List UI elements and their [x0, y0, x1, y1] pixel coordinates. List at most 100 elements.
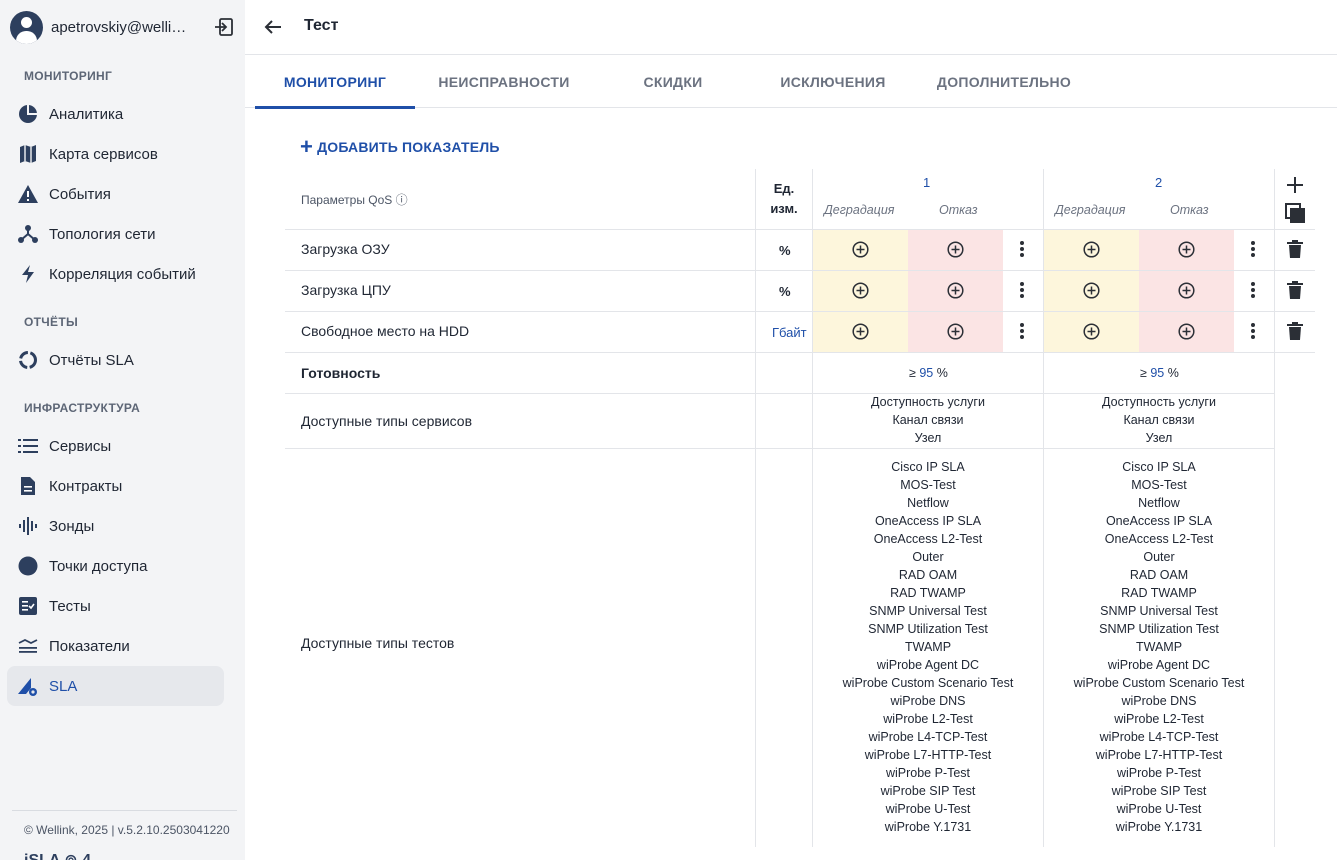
sidebar-item-topology[interactable]: Топология сети [7, 214, 224, 254]
test-types-level-2: Cisco IP SLA MOS-Test Netflow OneAccess IP … [1073, 460, 1245, 834]
sidebar-item-label: Контракты [49, 477, 123, 495]
service-types-level-2: Доступность услуги Канал связи Узел [1102, 395, 1216, 445]
kebab-menu-icon[interactable] [1019, 241, 1025, 259]
unit-header-line2: изм. [770, 201, 798, 216]
test-types-level-1: Cisco IP SLA MOS-Test Netflow OneAccess IP … [842, 460, 1014, 834]
sidebar-item-label: Аналитика [49, 105, 124, 123]
sidebar-item-label: Сервисы [49, 437, 112, 455]
dot-icon [17, 555, 39, 577]
sidebar-item-tests[interactable]: Тесты [7, 586, 224, 626]
sidebar-item-label: Точки доступа [49, 557, 148, 575]
sidebar-item-indicators[interactable]: Показатели [7, 626, 224, 666]
level-number: 1 [923, 175, 931, 190]
sidebar-item-events[interactable]: События [7, 174, 224, 214]
sidebar-item-sla[interactable]: SLA [7, 666, 224, 706]
sidebar-item-label: Карта сервисов [49, 145, 158, 163]
list-icon [17, 435, 39, 457]
logout-icon[interactable] [213, 16, 235, 38]
tab-faults[interactable]: НЕИСПРАВНОСТИ [429, 56, 579, 108]
delete-icon[interactable] [1287, 240, 1303, 258]
add-threshold-icon[interactable] [947, 241, 964, 258]
row-unit: Гбайт [772, 325, 807, 340]
tab-discounts[interactable]: СКИДКИ [613, 56, 733, 108]
row-param-name: Загрузка ЦПУ [301, 282, 391, 298]
sidebar-item-probes[interactable]: Зонды [7, 506, 224, 546]
section-title-monitoring: МОНИТОРИНГ [24, 69, 113, 83]
level-number: 2 [1155, 175, 1163, 190]
footer-logos: iSLA ⊚ 4 [24, 850, 91, 860]
add-indicator-button[interactable]: + ДОБАВИТЬ ПОКАЗАТЕЛЬ [300, 134, 500, 159]
map-icon [17, 143, 39, 165]
add-threshold-icon[interactable] [852, 323, 869, 340]
kebab-menu-icon[interactable] [1250, 323, 1256, 341]
delete-icon[interactable] [1287, 322, 1303, 340]
failure-label: Отказ [1170, 203, 1209, 217]
add-threshold-icon[interactable] [852, 241, 869, 258]
add-threshold-icon[interactable] [1083, 241, 1100, 258]
pie-chart-icon [17, 103, 39, 125]
sidebar-item-event-correlation[interactable]: Корреляция событий [7, 254, 224, 294]
grid-line [285, 311, 1315, 312]
waveform-icon [17, 515, 39, 537]
readiness-value-level-2[interactable]: ≥ 95 % [1140, 366, 1179, 380]
grid-line [285, 352, 1315, 353]
service-types-label: Доступные типы сервисов [301, 413, 473, 429]
sidebar-item-sla-reports[interactable]: Отчёты SLA [7, 340, 224, 380]
add-threshold-icon[interactable] [852, 282, 869, 299]
sidebar-divider [12, 810, 237, 811]
sidebar-item-label: Показатели [49, 637, 130, 655]
copy-icon[interactable] [1285, 203, 1306, 224]
sidebar-item-access-points[interactable]: Точки доступа [7, 546, 224, 586]
readiness-label: Готовность [301, 365, 381, 381]
circle-progress-icon [17, 349, 39, 371]
page-title: Тест [304, 17, 339, 34]
page-header: Тест [245, 0, 1337, 55]
tab-bar: МОНИТОРИНГ НЕИСПРАВНОСТИ СКИДКИ ИСКЛЮЧЕН… [245, 56, 1337, 109]
add-level-icon[interactable] [1286, 176, 1304, 194]
footer-copyright: © Wellink, 2025 | v.5.2.10.2503041220 [24, 823, 230, 837]
service-types-level-1: Доступность услуги Канал связи Узел [871, 395, 985, 445]
sidebar-item-contracts[interactable]: Контракты [7, 466, 224, 506]
sidebar: apetrovskiy@wellin... МОНИТОРИНГ Аналити… [0, 0, 245, 860]
warning-icon [17, 183, 39, 205]
sidebar-item-label: Топология сети [49, 225, 156, 243]
sidebar-item-service-map[interactable]: Карта сервисов [7, 134, 224, 174]
document-icon [17, 475, 39, 497]
grid-line [285, 448, 1274, 449]
delete-icon[interactable] [1287, 281, 1303, 299]
grid-line [285, 270, 1315, 271]
row-param-name: Свободное место на HDD [301, 323, 470, 339]
kebab-menu-icon[interactable] [1019, 323, 1025, 341]
param-header: Параметры QoS ⓘ [301, 193, 408, 207]
tab-additional[interactable]: ДОПОЛНИТЕЛЬНО [929, 56, 1079, 108]
sla-gear-icon [17, 675, 39, 697]
kebab-menu-icon[interactable] [1250, 241, 1256, 259]
add-threshold-icon[interactable] [1178, 323, 1195, 340]
degradation-label: Деградация [824, 203, 895, 217]
avatar [10, 10, 43, 44]
topology-icon [17, 223, 39, 245]
kebab-menu-icon[interactable] [1250, 282, 1256, 300]
row-unit: % [779, 284, 791, 299]
readiness-value-level-1[interactable]: ≥ 95 % [909, 366, 948, 380]
back-arrow-icon[interactable] [263, 17, 283, 37]
degradation-label: Деградация [1055, 203, 1126, 217]
add-threshold-icon[interactable] [947, 323, 964, 340]
sidebar-item-label: События [49, 185, 111, 203]
kebab-menu-icon[interactable] [1019, 282, 1025, 300]
user-profile[interactable]: apetrovskiy@wellin... [10, 10, 235, 44]
info-icon: ⓘ [395, 193, 408, 207]
plus-icon: + [300, 134, 314, 159]
sidebar-item-label: Тесты [49, 597, 91, 615]
add-threshold-icon[interactable] [947, 282, 964, 299]
add-threshold-icon[interactable] [1083, 323, 1100, 340]
sidebar-item-services[interactable]: Сервисы [7, 426, 224, 466]
row-param-name: Загрузка ОЗУ [301, 241, 390, 257]
add-threshold-icon[interactable] [1178, 241, 1195, 258]
add-threshold-icon[interactable] [1083, 282, 1100, 299]
sidebar-item-analytics[interactable]: Аналитика [7, 94, 224, 134]
sidebar-item-label: Зонды [49, 517, 95, 535]
tab-exclusions[interactable]: ИСКЛЮЧЕНИЯ [767, 56, 899, 108]
add-threshold-icon[interactable] [1178, 282, 1195, 299]
tab-monitoring[interactable]: МОНИТОРИНГ [255, 56, 415, 109]
